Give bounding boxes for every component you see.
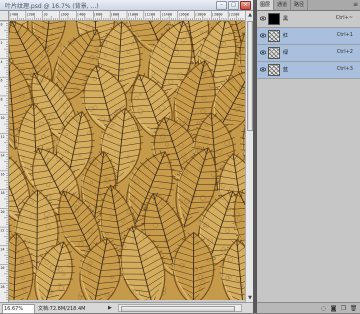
status-bar: 16.67% 文档:72.8M/218.4M ▶ [0,302,253,313]
channel-shortcut: Ctrl+3 [337,66,353,72]
ruler-number: |0 [43,13,47,17]
document-size-info: 文档:72.8M/218.4M [38,305,85,312]
ruler-number: |400 [10,13,19,17]
ruler-number: 0 [1,23,3,27]
channel-thumbnail [268,30,280,42]
channel-thumbnail [268,47,280,59]
ruler-number: |600 [94,13,103,17]
ruler-number: |200 [60,13,69,17]
tab-paths[interactable]: 路径 [291,0,308,10]
channel-shortcut: Ctrl+~ [336,15,353,21]
minimize-button[interactable]: – [216,1,227,10]
window-controls: – □ × [216,1,251,9]
channel-thumbnail [268,13,280,25]
panel-footer: ◌ ◙ ❐ 🗑 [257,302,360,313]
channel-name: 蓝 [283,66,288,73]
ruler-origin[interactable] [0,11,9,21]
channels-panel: 图层 通道 路径 ≡ 黑 Ctrl+~ 红 Ctrl+1 绿 Ctrl+2 蓝 … [256,0,360,313]
vertical-ruler-ticks: 0246810121416182022242628 [0,21,8,302]
channel-shortcut: Ctrl+1 [337,32,353,38]
ruler-number: |800 [111,13,120,17]
ruler-number: |1000 [128,13,139,17]
horizontal-scrollbar[interactable] [118,304,242,312]
trash-icon[interactable]: 🗑 [350,305,357,312]
ruler-number: 6 [1,79,3,83]
channel-shortcut: Ctrl+2 [337,49,353,55]
horizontal-ruler[interactable]: |400 |200 |0 |200 |400 |600 |800 |1000 |1200 |140… [9,11,245,21]
ruler-number: 28 [1,285,5,289]
channel-name: 黑 [283,15,288,22]
image-canvas[interactable] [9,21,245,300]
vertical-ruler[interactable]: 0246810121416182022242628 [0,21,9,302]
close-button[interactable]: × [240,1,251,10]
tab-layers[interactable]: 图层 [257,0,274,10]
status-menu-arrow-icon[interactable]: ▶ [108,305,112,311]
channel-row-blue[interactable]: 蓝 Ctrl+3 [257,62,360,79]
panel-empty-area [257,79,360,302]
ruler-number: 12 [1,135,5,139]
ruler-number: 22 [1,229,5,233]
document-window: 叶片纹理.psd @ 16.7% (背景, ...) – □ × |400 |20… [0,0,253,313]
horizontal-scroll-thumb[interactable] [121,306,235,312]
ruler-number: |2200 [229,13,240,17]
channel-list: 黑 Ctrl+~ 红 Ctrl+1 绿 Ctrl+2 蓝 Ctrl+3 [257,11,360,79]
dotted-circle-icon[interactable]: ◌ [320,305,327,312]
panel-menu-icon[interactable]: ≡ [353,1,358,8]
panel-tab-bar: 图层 通道 路径 [257,0,360,11]
ruler-number: |1600 [178,13,189,17]
maximize-button[interactable]: □ [228,1,239,10]
eye-icon[interactable] [260,16,266,21]
ruler-number: 24 [1,247,5,251]
ruler-number: |200 [26,13,35,17]
ruler-number: |1800 [195,13,206,17]
tab-channels[interactable]: 通道 [274,0,291,10]
ruler-number: 20 [1,210,5,214]
document-title: 叶片纹理.psd @ 16.7% (背景, ...) [5,1,99,10]
channel-row-black[interactable]: 黑 Ctrl+~ [257,11,360,28]
ruler-number: 16 [1,172,5,176]
leaf-texture-image [9,21,245,300]
channel-row-green[interactable]: 绿 Ctrl+2 [257,45,360,62]
ruler-number: 18 [1,191,5,195]
eye-icon[interactable] [260,67,266,72]
document-titlebar[interactable]: 叶片纹理.psd @ 16.7% (背景, ...) – □ × [0,0,253,11]
ruler-number: |400 [77,13,86,17]
ruler-number: 10 [1,116,5,120]
ruler-number: 4 [1,60,3,64]
channel-name: 红 [283,32,288,39]
eye-icon[interactable] [260,50,266,55]
ruler-number: |1200 [144,13,155,17]
channel-thumbnail [268,64,280,76]
ruler-number: 26 [1,266,5,270]
ruler-number: 8 [1,97,3,101]
ruler-number: |2000 [212,13,223,17]
channel-name: 绿 [283,49,288,56]
ruler-number: |1400 [161,13,172,17]
channel-row-red[interactable]: 红 Ctrl+1 [257,28,360,45]
eye-icon[interactable] [260,33,266,38]
ruler-number: 14 [1,154,5,158]
new-icon[interactable]: ❐ [340,305,347,312]
ruler-number: 2 [1,41,3,45]
horizontal-ruler-ticks: |400 |200 |0 |200 |400 |600 |800 |1000 |1200 |140… [9,11,245,20]
mask-icon[interactable]: ◙ [330,305,337,312]
